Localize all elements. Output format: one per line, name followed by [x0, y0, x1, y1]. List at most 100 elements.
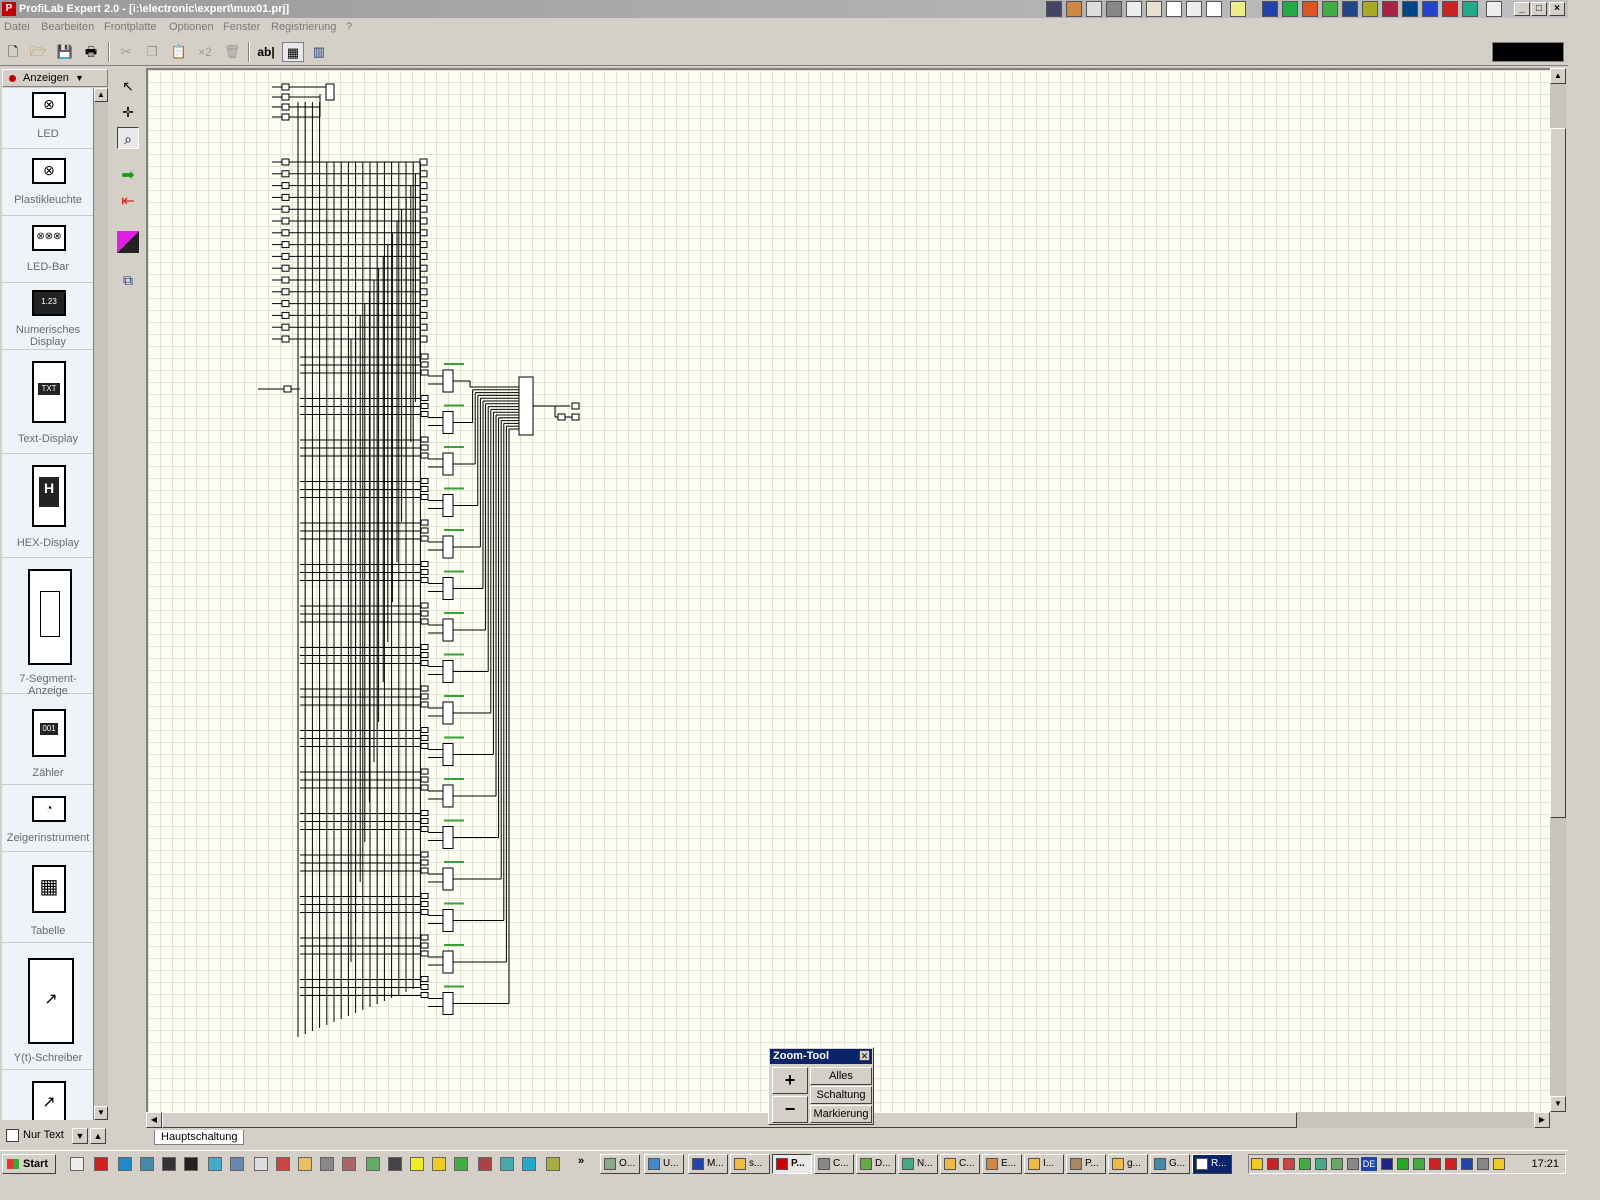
ql-icon[interactable]	[1422, 1, 1438, 17]
palette-item-led-bar[interactable]: ⊗⊗⊗ LED-Bar	[2, 217, 93, 283]
tray-icon[interactable]	[1413, 1158, 1425, 1170]
page-icon[interactable]: ▥	[308, 42, 330, 62]
tray-icon[interactable]	[1381, 1158, 1393, 1170]
ql-icon[interactable]	[366, 1157, 380, 1171]
scroll-down-icon[interactable]: ▼	[1550, 1096, 1566, 1112]
save-icon[interactable]: 💾	[54, 42, 76, 62]
zoom-out-button[interactable]: −	[772, 1096, 808, 1123]
palette-item-numerisches-display[interactable]: 1.23 Numerisches Display	[2, 284, 93, 350]
grid-icon[interactable]: ▦	[282, 42, 304, 62]
text-tool-button[interactable]: ab|	[255, 42, 277, 62]
ql-icon[interactable]	[546, 1157, 560, 1171]
task-button[interactable]: g...	[1108, 1154, 1148, 1174]
palette-item-7-segment-anzeige[interactable]: 7-Segment-Anzeige	[2, 559, 93, 697]
start-button[interactable]: Start	[2, 1154, 56, 1174]
task-button[interactable]: D...	[856, 1154, 896, 1174]
pointer-icon[interactable]: ↖	[117, 75, 139, 97]
crosshair-icon[interactable]: ✛	[117, 101, 139, 123]
ql-icon[interactable]	[1342, 1, 1358, 17]
app-icon[interactable]: P	[2, 2, 16, 16]
tray-icon[interactable]	[1445, 1158, 1457, 1170]
ql-icon[interactable]	[1322, 1, 1338, 17]
tray-icon[interactable]	[1493, 1158, 1505, 1170]
ql-icon[interactable]	[1186, 1, 1202, 17]
tab-hauptschaltung[interactable]: Hauptschaltung	[154, 1130, 245, 1145]
scroll-thumb[interactable]	[1550, 128, 1566, 818]
close-button[interactable]: ×	[1549, 2, 1565, 16]
scroll-down-icon[interactable]: ▼	[94, 1106, 108, 1120]
task-button[interactable]: O...	[600, 1154, 640, 1174]
task-button[interactable]: C...	[814, 1154, 854, 1174]
menu-fenster[interactable]: Fenster	[223, 21, 260, 33]
ql-icon[interactable]	[432, 1157, 446, 1171]
restore-button[interactable]: □	[1531, 2, 1547, 16]
excel-icon[interactable]	[1282, 1, 1298, 17]
ql-icon[interactable]	[208, 1157, 222, 1171]
palette-item-plastikleuchte[interactable]: ⊗ Plastikleuchte	[2, 150, 93, 216]
tray-icon[interactable]	[1331, 1158, 1343, 1170]
duplicate-button[interactable]: ×2	[194, 42, 216, 62]
palette-category-dropdown[interactable]: Anzeigen ▼	[2, 69, 108, 87]
ql-icon[interactable]	[1146, 1, 1162, 17]
zoom-tool-title[interactable]: Zoom-Tool	[770, 1049, 872, 1064]
paste-icon[interactable]: 📋	[168, 42, 190, 62]
task-button[interactable]: M...	[688, 1154, 728, 1174]
palette-scrollbar[interactable]: ▲ ▼	[94, 88, 108, 1120]
task-button[interactable]: N...	[898, 1154, 938, 1174]
zoom-markierung-button[interactable]: Markierung	[810, 1105, 872, 1123]
new-file-icon[interactable]: 🗋	[2, 42, 24, 62]
minimize-button[interactable]: _	[1514, 2, 1530, 16]
ql-icon[interactable]	[1442, 1, 1458, 17]
scroll-left-icon[interactable]: ◀	[146, 1112, 162, 1128]
zoom-icon[interactable]: ⌕	[117, 127, 139, 149]
tray-icon[interactable]	[1267, 1158, 1279, 1170]
menu-datei[interactable]: Datei	[4, 21, 30, 33]
ql-icon[interactable]	[298, 1157, 312, 1171]
task-button[interactable]: G...	[1150, 1154, 1190, 1174]
ql-icon[interactable]	[1166, 1, 1182, 17]
ql-icon[interactable]	[1230, 1, 1246, 17]
scroll-thumb[interactable]	[162, 1112, 1297, 1128]
palette-item-yt-schreiber[interactable]: ↗ Y(t)-Schreiber	[2, 944, 93, 1070]
ql-icon[interactable]	[454, 1157, 468, 1171]
task-button[interactable]: I...	[1024, 1154, 1064, 1174]
powerpoint-icon[interactable]	[1302, 1, 1318, 17]
ql-icon[interactable]	[276, 1157, 290, 1171]
menu-bearbeiten[interactable]: Bearbeiten	[41, 21, 94, 33]
palette-item-next[interactable]: ↗	[2, 1071, 93, 1120]
move-down-icon[interactable]: ▼	[72, 1128, 88, 1144]
ql-icon[interactable]	[522, 1157, 536, 1171]
vertical-scrollbar[interactable]: ▲ ▼	[1550, 68, 1566, 1112]
palette-item-tabelle[interactable]: ▦ Tabelle	[2, 853, 93, 943]
move-up-icon[interactable]: ▲	[90, 1128, 106, 1144]
menu-optionen[interactable]: Optionen	[169, 21, 214, 33]
ql-icon[interactable]	[230, 1157, 244, 1171]
palette-item-hex-display[interactable]: H HEX-Display	[2, 455, 93, 558]
nur-text-checkbox[interactable]	[6, 1129, 19, 1142]
swap-icon[interactable]: ⧉	[117, 269, 139, 291]
red-arrow-icon[interactable]: ⇤	[117, 191, 139, 213]
cut-icon[interactable]: ✂	[115, 42, 137, 62]
tray-icon[interactable]	[1477, 1158, 1489, 1170]
zoom-schaltung-button[interactable]: Schaltung	[810, 1086, 872, 1104]
ql-icon[interactable]	[140, 1157, 154, 1171]
palette-item-zeigerinstrument[interactable]: ◔ Zeigerinstrument	[2, 786, 93, 852]
ql-icon[interactable]	[342, 1157, 356, 1171]
task-button[interactable]: P...	[1066, 1154, 1106, 1174]
ql-icon[interactable]	[478, 1157, 492, 1171]
scroll-up-icon[interactable]: ▲	[1550, 68, 1566, 84]
menu-frontplatte[interactable]: Frontplatte	[104, 21, 157, 33]
tray-icon[interactable]	[1299, 1158, 1311, 1170]
ql-icon[interactable]	[1046, 1, 1062, 17]
tray-icon[interactable]	[1251, 1158, 1263, 1170]
delete-icon[interactable]: 🗑	[221, 42, 243, 62]
language-indicator[interactable]: DE	[1361, 1157, 1377, 1171]
tray-icon[interactable]	[1283, 1158, 1295, 1170]
ql-icon[interactable]	[410, 1157, 424, 1171]
word-icon[interactable]	[1262, 1, 1278, 17]
ql-icon[interactable]	[1486, 1, 1502, 17]
ql-icon[interactable]	[1382, 1, 1398, 17]
circuit-diagram[interactable]	[148, 70, 1550, 1112]
ql-icon[interactable]	[1106, 1, 1122, 17]
tray-icon[interactable]	[1429, 1158, 1441, 1170]
